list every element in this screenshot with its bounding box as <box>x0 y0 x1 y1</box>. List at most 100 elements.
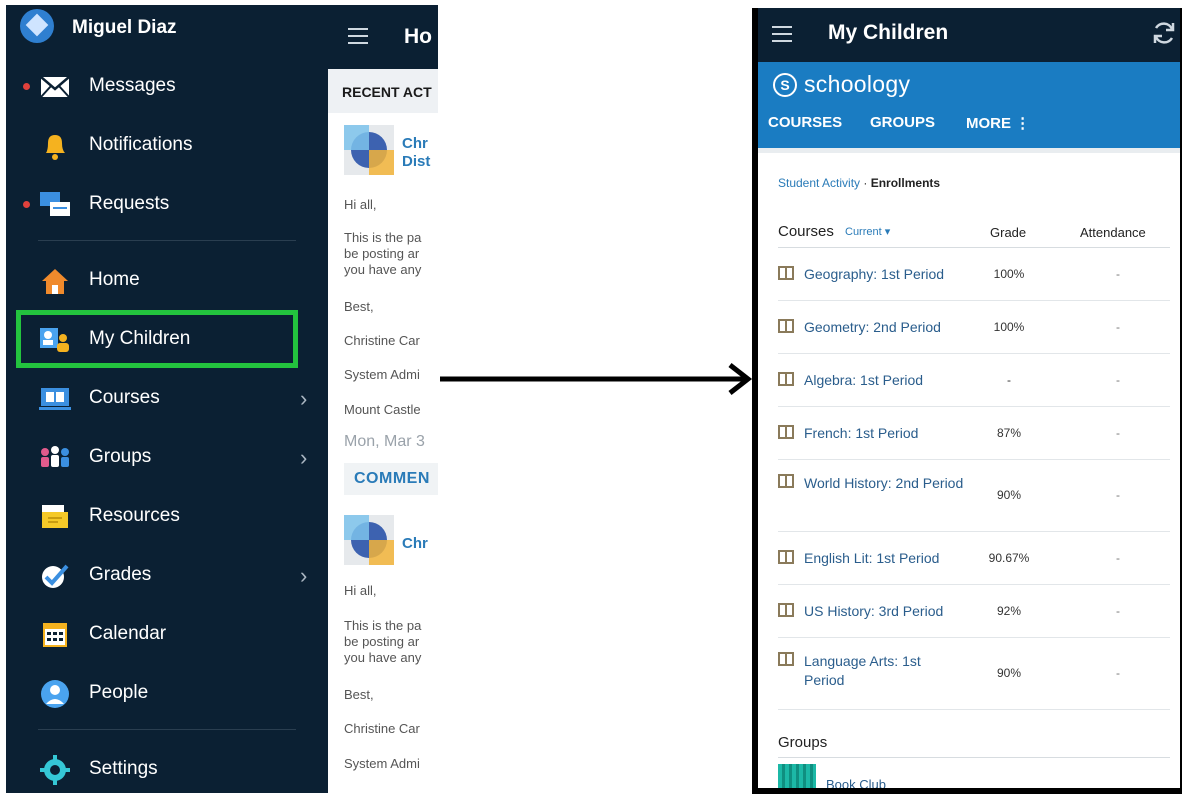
chevron-right-icon: › <box>300 445 308 470</box>
menu-item-courses[interactable]: Courses › <box>6 374 328 424</box>
menu-item-label: Requests <box>89 193 170 214</box>
course-row[interactable]: Geometry: 2nd Period 100% - <box>778 301 1170 354</box>
course-attendance: - <box>1116 266 1120 281</box>
course-name[interactable]: World History: 2nd Period <box>804 474 964 493</box>
gear-icon <box>40 755 70 785</box>
course-row[interactable]: Algebra: 1st Period - - <box>778 354 1170 407</box>
post-text: you have any <box>344 650 422 665</box>
tab-more[interactable]: MORE ⋮ <box>966 114 1030 132</box>
course-icon <box>778 549 794 564</box>
resources-icon <box>42 505 68 528</box>
course-attendance: - <box>1116 666 1120 680</box>
course-name[interactable]: Algebra: 1st Period <box>804 371 964 390</box>
requests-icon <box>40 192 70 216</box>
course-name[interactable]: English Lit: 1st Period <box>804 549 964 568</box>
course-icon <box>778 424 794 439</box>
menu-item-messages[interactable]: Messages <box>6 62 328 112</box>
breadcrumb: Student Activity · Enrollments <box>778 176 940 190</box>
menu-item-label: Resources <box>89 505 180 526</box>
profile-header[interactable]: Miguel Diaz <box>6 5 328 57</box>
course-grade: 87% <box>996 425 1022 440</box>
arrow-right-icon <box>440 363 753 395</box>
course-row[interactable]: English Lit: 1st Period 90.67% - <box>778 532 1170 585</box>
post-text: you have any <box>344 262 422 277</box>
course-grade: 90% <box>996 666 1022 680</box>
course-icon <box>778 265 794 280</box>
course-attendance: - <box>1116 550 1120 565</box>
course-grade: 90% <box>996 488 1022 502</box>
course-grade: 92% <box>996 603 1022 618</box>
courses-icon <box>39 388 71 410</box>
breadcrumb-separator: · <box>860 176 871 190</box>
post-author-subtitle[interactable]: Dist <box>402 153 430 171</box>
filter-dropdown[interactable]: Current ▾ <box>845 225 890 238</box>
unread-dot <box>23 201 30 208</box>
refresh-icon[interactable] <box>1151 20 1177 46</box>
menu-item-groups[interactable]: Groups › <box>6 433 328 483</box>
course-grade: - <box>1007 372 1011 387</box>
post-avatar[interactable] <box>344 515 394 565</box>
course-row[interactable]: Language Arts: 1st Period 90% - <box>778 638 1170 710</box>
group-name[interactable]: Book Club <box>826 777 886 788</box>
menu-item-settings[interactable]: Settings <box>6 745 328 795</box>
home-icon <box>42 269 68 294</box>
hamburger-menu-icon[interactable] <box>348 28 368 44</box>
comment-button[interactable]: COMMEN <box>344 463 438 495</box>
course-name[interactable]: US History: 3rd Period <box>804 602 964 621</box>
course-row[interactable]: World History: 2nd Period 90% - <box>778 460 1170 532</box>
brand-header: S schoology COURSES GROUPS MORE ⋮ <box>758 62 1180 148</box>
breadcrumb-link[interactable]: Student Activity <box>778 176 860 190</box>
post-text: Best, <box>344 299 374 314</box>
course-row[interactable]: US History: 3rd Period 92% - <box>778 585 1170 638</box>
menu-item-resources[interactable]: Resources <box>6 492 328 542</box>
course-icon <box>778 371 794 386</box>
groups-icon <box>41 446 69 467</box>
course-row[interactable]: Geography: 1st Period 100% - <box>778 248 1170 301</box>
comment-button-label: COMMEN <box>354 470 430 487</box>
post-text: System Admi <box>344 756 420 771</box>
chevron-right-icon: › <box>300 563 308 588</box>
calendar-icon <box>43 623 67 647</box>
tab-courses[interactable]: COURSES <box>768 114 842 131</box>
course-name[interactable]: Geography: 1st Period <box>804 265 964 284</box>
unread-dot <box>23 83 30 90</box>
column-header-grade: Grade <box>990 225 1027 240</box>
course-name[interactable]: Geometry: 2nd Period <box>804 318 964 337</box>
post-text: Christine Car <box>344 721 420 736</box>
page-title: My Children <box>828 21 949 44</box>
menu-item-notifications[interactable]: Notifications <box>6 121 328 171</box>
column-header-attendance: Attendance <box>1080 225 1146 240</box>
post-text: This is the pa <box>344 618 422 633</box>
post-author[interactable]: Chr <box>402 535 428 553</box>
avatar[interactable] <box>20 9 54 43</box>
menu-item-label: Messages <box>89 75 176 96</box>
course-name[interactable]: French: 1st Period <box>804 424 964 443</box>
group-thumbnail[interactable] <box>778 764 816 788</box>
menu-item-requests[interactable]: Requests <box>6 180 328 230</box>
menu-item-grades[interactable]: Grades › <box>6 551 328 601</box>
post-text: be posting ar <box>344 246 420 261</box>
chevron-right-icon: › <box>300 386 308 411</box>
menu-item-people[interactable]: People <box>6 669 328 719</box>
post-avatar[interactable] <box>344 125 394 175</box>
bell-icon <box>46 135 65 160</box>
highlight-box <box>16 310 298 368</box>
my-children-screen: My Children S schoology COURSES GROUPS M… <box>758 8 1180 788</box>
course-icon <box>778 318 794 333</box>
course-name[interactable]: Language Arts: 1st Period <box>804 652 964 690</box>
menu-item-home[interactable]: Home <box>6 256 328 306</box>
course-attendance: - <box>1116 319 1120 334</box>
svg-text:S: S <box>780 77 789 93</box>
schoology-logo-icon: S <box>773 73 797 97</box>
course-icon <box>778 652 794 666</box>
profile-name: Miguel Diaz <box>72 17 177 38</box>
post-author[interactable]: Chr <box>402 135 428 153</box>
page-title: Ho <box>404 25 432 48</box>
section-title: RECENT ACT <box>342 84 432 100</box>
menu-item-label: Grades <box>89 564 152 585</box>
course-row[interactable]: French: 1st Period 87% - <box>778 407 1170 460</box>
course-icon <box>778 602 794 617</box>
menu-item-calendar[interactable]: Calendar <box>6 610 328 660</box>
tab-groups[interactable]: GROUPS <box>870 114 935 131</box>
hamburger-menu-icon[interactable] <box>772 26 792 42</box>
